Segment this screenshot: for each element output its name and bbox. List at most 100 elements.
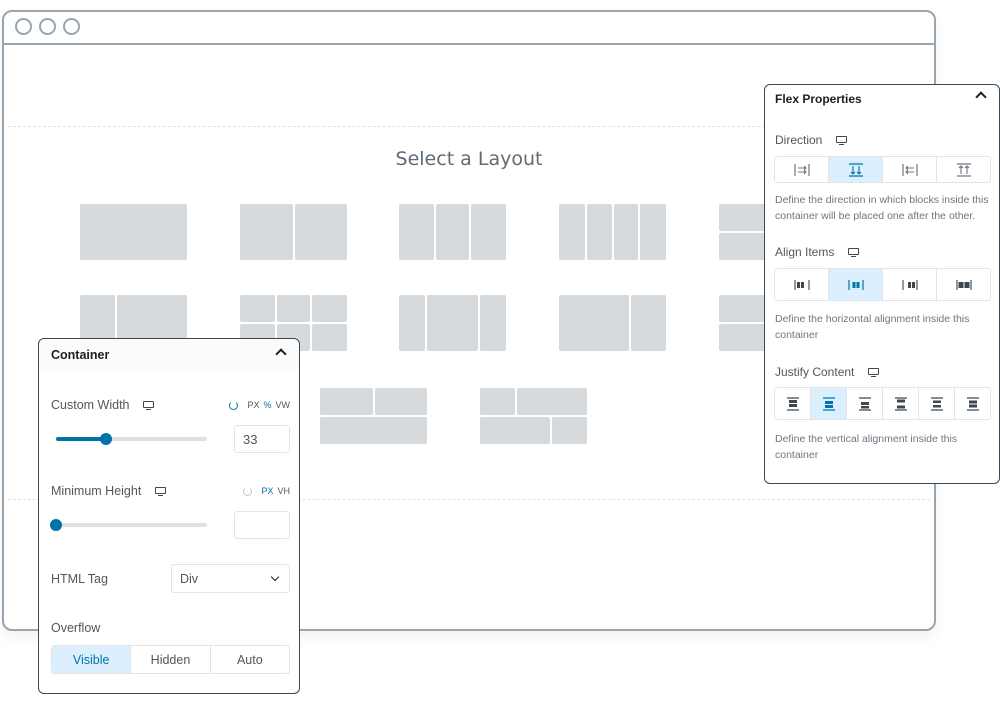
layout-block bbox=[426, 295, 479, 351]
reset-icon[interactable] bbox=[229, 400, 239, 410]
slider-thumb[interactable] bbox=[50, 519, 62, 531]
layout-option-four-columns[interactable] bbox=[559, 204, 666, 260]
layout-option-one-column[interactable] bbox=[80, 204, 187, 260]
align-end-button[interactable] bbox=[883, 269, 937, 300]
align-items-label-row: Align Items bbox=[775, 245, 859, 259]
slider-fill bbox=[56, 437, 106, 441]
unit-vh-button[interactable]: VH bbox=[277, 486, 290, 496]
container-panel-title: Container bbox=[51, 348, 110, 362]
layout-block bbox=[374, 388, 427, 415]
flex-properties-panel: Flex Properties Direction Define the dir… bbox=[764, 84, 1000, 484]
direction-button-group bbox=[774, 156, 991, 183]
justify-space-between-icon bbox=[894, 396, 907, 411]
layout-block bbox=[552, 417, 587, 444]
justify-center-button[interactable] bbox=[811, 388, 847, 419]
layout-option-two-thirds-one-third[interactable] bbox=[559, 295, 666, 351]
layout-block bbox=[516, 388, 587, 415]
align-start-button[interactable] bbox=[775, 269, 829, 300]
layout-block bbox=[294, 204, 347, 260]
direction-row-icon bbox=[793, 163, 810, 176]
reset-icon[interactable] bbox=[243, 486, 253, 496]
layout-block bbox=[559, 204, 585, 260]
direction-label-row: Direction bbox=[775, 133, 847, 147]
justify-space-around-button[interactable] bbox=[919, 388, 955, 419]
collapse-chevron-up-icon[interactable] bbox=[975, 91, 987, 103]
layout-block bbox=[640, 204, 666, 260]
layout-block bbox=[240, 204, 293, 260]
window-control-circle-icon[interactable] bbox=[15, 18, 32, 35]
layout-block bbox=[471, 204, 506, 260]
layout-block bbox=[312, 295, 347, 322]
justify-start-button[interactable] bbox=[775, 388, 811, 419]
align-stretch-icon bbox=[955, 279, 972, 290]
layout-option-quarter-half-quarter[interactable] bbox=[399, 295, 506, 351]
custom-width-slider[interactable] bbox=[56, 433, 207, 445]
align-start-icon bbox=[793, 279, 810, 290]
window-control-circle-icon[interactable] bbox=[63, 18, 80, 35]
layout-block bbox=[320, 388, 373, 415]
custom-width-label-row: Custom Width bbox=[51, 398, 154, 412]
container-panel: Container Custom Width PX % VW 33 Minimu… bbox=[38, 338, 300, 694]
justify-center-icon bbox=[822, 396, 835, 411]
unit-percent-button[interactable]: % bbox=[263, 400, 271, 410]
layout-block bbox=[480, 295, 506, 351]
layout-option-two-top-one-bottom[interactable] bbox=[320, 388, 427, 444]
justify-content-description: Define the vertical alignment inside thi… bbox=[775, 433, 958, 461]
minimum-height-slider[interactable] bbox=[50, 519, 207, 531]
minimum-height-input[interactable] bbox=[234, 511, 290, 539]
justify-content-label: Justify Content bbox=[775, 365, 855, 379]
direction-column-icon bbox=[848, 162, 863, 177]
minimum-height-label-row: Minimum Height bbox=[51, 484, 166, 498]
monitor-icon[interactable] bbox=[847, 247, 859, 258]
overflow-auto-button[interactable]: Auto bbox=[211, 646, 289, 673]
monitor-icon[interactable] bbox=[867, 367, 879, 378]
html-tag-label: HTML Tag bbox=[51, 572, 108, 586]
direction-column-reverse-button[interactable] bbox=[937, 157, 990, 182]
overflow-visible-button[interactable]: Visible bbox=[52, 646, 132, 673]
overflow-hidden-button[interactable]: Hidden bbox=[131, 646, 211, 673]
window-control-circle-icon[interactable] bbox=[39, 18, 56, 35]
direction-row-button[interactable] bbox=[775, 157, 829, 182]
direction-column-button[interactable] bbox=[829, 157, 883, 182]
layout-block bbox=[559, 295, 630, 351]
unit-px-button[interactable]: PX bbox=[247, 400, 259, 410]
flex-panel-header[interactable]: Flex Properties bbox=[765, 85, 999, 113]
monitor-icon[interactable] bbox=[835, 135, 847, 146]
layout-block bbox=[399, 295, 425, 351]
direction-row-reverse-button[interactable] bbox=[883, 157, 937, 182]
layout-option-mixed-two-rows[interactable] bbox=[480, 388, 587, 444]
collapse-chevron-up-icon[interactable] bbox=[275, 348, 287, 360]
unit-px-button[interactable]: PX bbox=[261, 486, 273, 496]
layout-block bbox=[613, 204, 639, 260]
align-stretch-button[interactable] bbox=[937, 269, 990, 300]
justify-space-around-icon bbox=[930, 396, 943, 411]
layout-block bbox=[631, 295, 666, 351]
html-tag-select[interactable]: Div bbox=[171, 564, 290, 593]
monitor-icon[interactable] bbox=[142, 400, 154, 411]
container-panel-header[interactable]: Container bbox=[39, 339, 299, 371]
layout-block bbox=[320, 417, 427, 444]
layout-block bbox=[80, 204, 187, 260]
justify-content-button-group bbox=[774, 387, 991, 420]
direction-label: Direction bbox=[775, 133, 823, 147]
minimum-height-units: PX VH bbox=[243, 486, 290, 496]
align-center-button[interactable] bbox=[829, 269, 883, 300]
monitor-icon[interactable] bbox=[154, 486, 166, 497]
align-center-icon bbox=[847, 279, 864, 290]
justify-space-evenly-button[interactable] bbox=[955, 388, 990, 419]
overflow-label: Overflow bbox=[51, 621, 101, 635]
align-items-button-group bbox=[774, 268, 991, 301]
direction-description: Define the direction in which blocks ins… bbox=[775, 194, 989, 222]
window-titlebar bbox=[4, 12, 934, 45]
slider-thumb[interactable] bbox=[99, 433, 112, 445]
custom-width-input[interactable]: 33 bbox=[234, 425, 290, 453]
justify-end-button[interactable] bbox=[847, 388, 883, 419]
unit-vw-button[interactable]: VW bbox=[276, 400, 291, 410]
html-tag-value: Div bbox=[180, 571, 199, 586]
layout-option-three-columns[interactable] bbox=[399, 204, 506, 260]
justify-space-between-button[interactable] bbox=[883, 388, 919, 419]
layout-block bbox=[312, 324, 347, 351]
justify-space-evenly-icon bbox=[966, 396, 979, 411]
layout-block bbox=[480, 417, 551, 444]
layout-option-two-columns[interactable] bbox=[240, 204, 347, 260]
